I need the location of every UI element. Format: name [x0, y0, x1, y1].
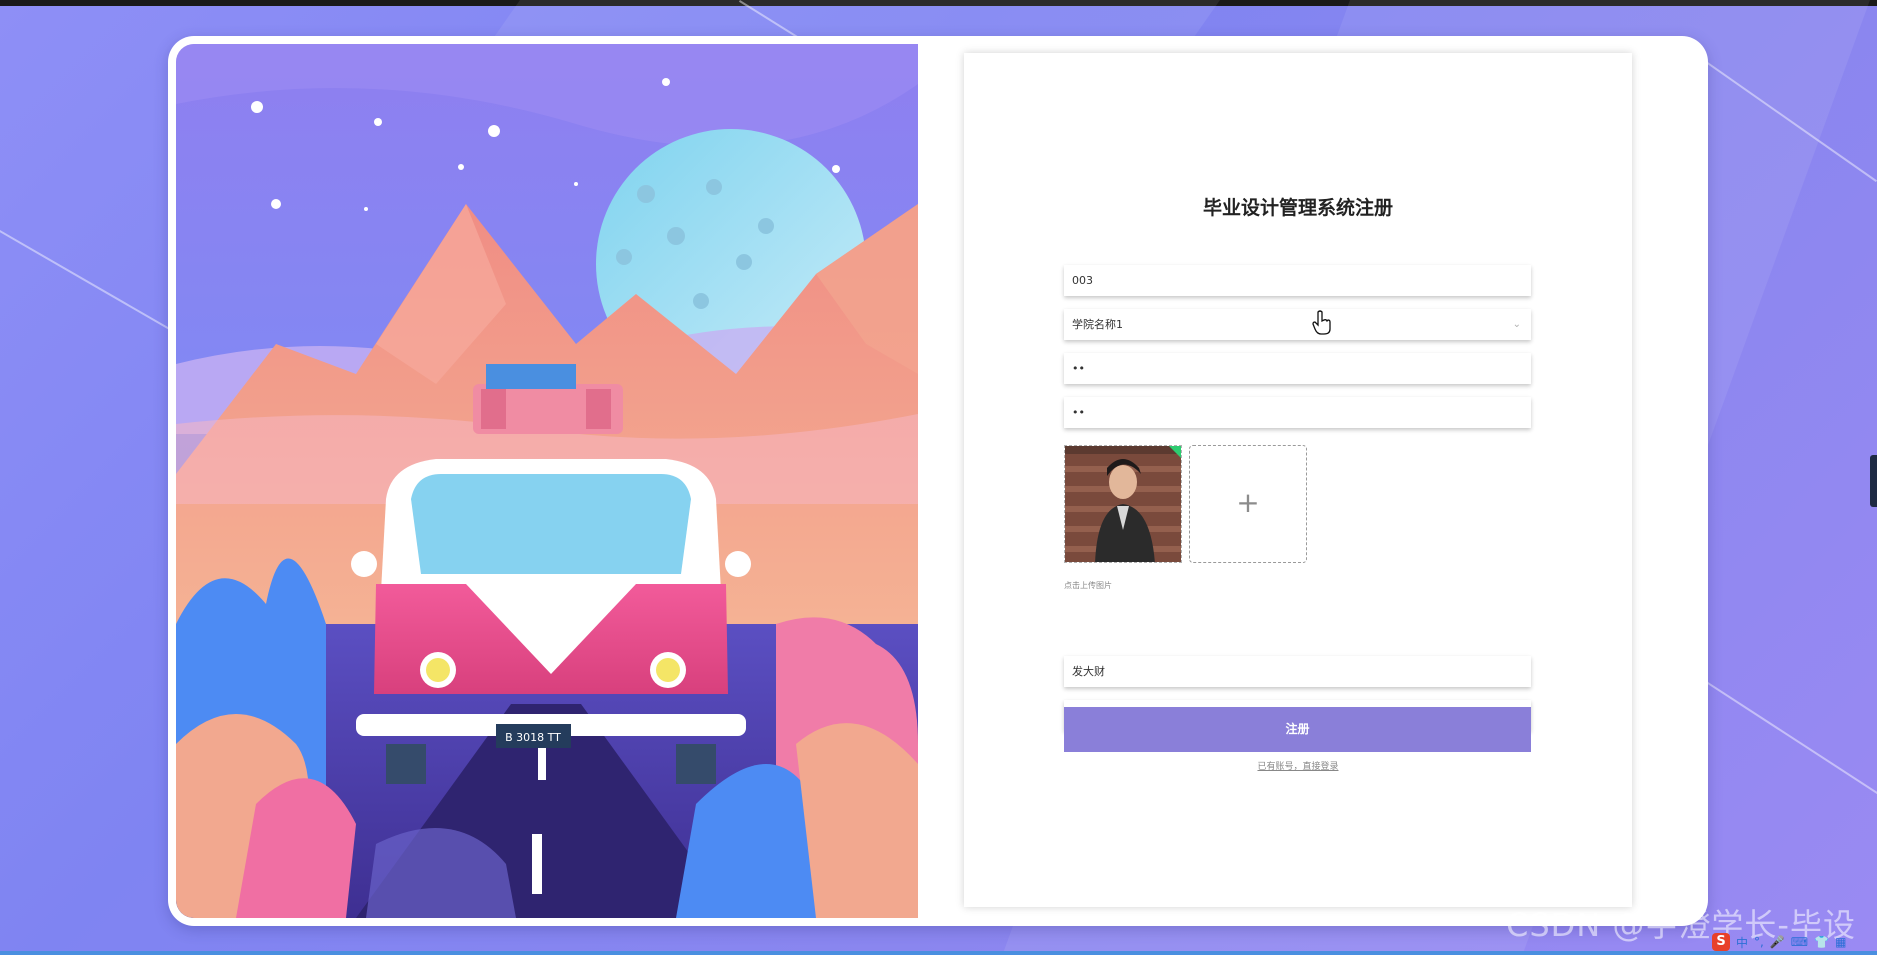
register-button[interactable]: 注册 [1064, 707, 1531, 752]
college-select-value: 学院名称1 [1072, 318, 1123, 331]
college-select[interactable]: 学院名称1 ⌄ [1064, 309, 1531, 340]
main-frame: B 3018 TT 毕业设计管理系统注册 003 学院名称1 ⌄ •• •• +… [168, 36, 1708, 926]
skin-shirt-icon[interactable]: 👕 [1814, 935, 1829, 949]
bg-line [1703, 680, 1877, 797]
register-form-card: 毕业设计管理系统注册 003 学院名称1 ⌄ •• •• + 点击上传图片 发大… [964, 53, 1632, 907]
upload-tip-text: 点击上传图片 [1064, 581, 1112, 590]
taskbar-strip [0, 951, 1877, 955]
page-background: B 3018 TT 毕业设计管理系统注册 003 学院名称1 ⌄ •• •• +… [0, 0, 1877, 955]
chevron-down-icon: ⌄ [1512, 319, 1521, 330]
form-title: 毕业设计管理系统注册 [1202, 197, 1393, 219]
name-input[interactable]: 发大财 [1064, 656, 1531, 687]
uploaded-photo-thumbnail[interactable] [1064, 445, 1182, 563]
account-input[interactable]: 003 [1064, 265, 1531, 296]
password-input[interactable]: •• [1064, 353, 1531, 384]
hand-cursor-icon [1312, 310, 1332, 340]
hero-illustration: B 3018 TT [176, 44, 918, 918]
person-photo-image [1065, 446, 1181, 562]
login-link[interactable]: 已有账号，直接登录 [964, 759, 1632, 772]
grid-menu-icon[interactable]: ▦ [1835, 935, 1846, 949]
bg-line [0, 230, 174, 332]
sogou-logo-icon[interactable]: S [1712, 933, 1730, 951]
confirm-password-input[interactable]: •• [1064, 397, 1531, 428]
ime-mode-toggle[interactable]: 中 [1736, 934, 1748, 951]
microphone-icon[interactable]: 🎤 [1770, 935, 1785, 949]
side-panel-tab[interactable] [1870, 455, 1877, 507]
van-landscape-image: B 3018 TT [176, 44, 918, 918]
punctuation-icon[interactable]: °, [1754, 935, 1764, 949]
ime-toolbar: S 中 °, 🎤 ⌨ 👕 ▦ [1712, 932, 1846, 952]
plus-icon: + [1236, 486, 1260, 519]
license-plate-text: B 3018 TT [505, 731, 561, 744]
keyboard-icon[interactable]: ⌨ [1791, 935, 1808, 949]
add-image-button[interactable]: + [1189, 445, 1307, 563]
